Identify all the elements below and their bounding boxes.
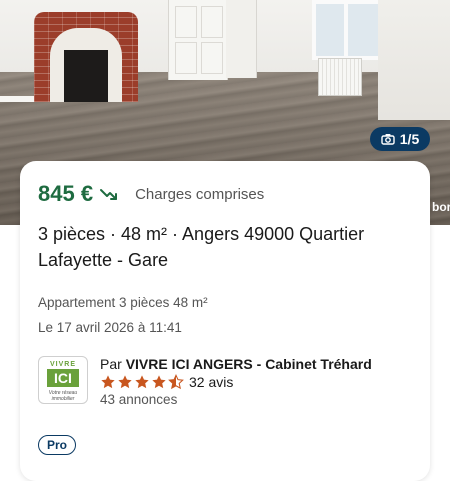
star-icon (152, 375, 166, 389)
agency-name[interactable]: Par VIVRE ICI ANGERS - Cabinet Tréhard (100, 356, 372, 372)
price: 845 € (38, 181, 94, 206)
photo-fireplace (34, 12, 138, 102)
photo-radiator (318, 58, 362, 96)
listing-card[interactable]: 845 € Charges comprises 3 pièces · 48 m²… (20, 161, 430, 481)
photo-counter: 1/5 (399, 131, 420, 147)
charges-label: Charges comprises (135, 185, 265, 203)
photo-door (168, 0, 228, 80)
next-card-peek: bor (432, 200, 450, 214)
listing-title[interactable]: 3 pièces · 48 m² · Angers 49000 Quartier… (38, 221, 418, 273)
agency-listings-count: 43 annonces (100, 392, 178, 407)
trend-down-icon (100, 189, 118, 200)
review-count[interactable]: 32 avis (189, 374, 233, 390)
agency-rating: 32 avis (100, 374, 372, 390)
star-icon (118, 375, 132, 389)
star-icon (135, 375, 149, 389)
pro-badge: Pro (38, 435, 77, 455)
agency-block[interactable]: VIVRE ICI Votre réseau immobilier Par VI… (38, 356, 372, 407)
star-icon (101, 375, 115, 389)
price-row: 845 € Charges comprises (38, 181, 264, 207)
half-star-icon (168, 374, 184, 390)
property-type: Appartement 3 pièces 48 m² (38, 295, 208, 310)
agency-logo: VIVRE ICI Votre réseau immobilier (38, 356, 88, 404)
photo-counter-badge[interactable]: 1/5 (370, 127, 430, 151)
camera-icon (381, 134, 395, 145)
listing-date: Le 17 avril 2026 à 11:41 (38, 320, 182, 335)
photo-window (312, 0, 384, 60)
